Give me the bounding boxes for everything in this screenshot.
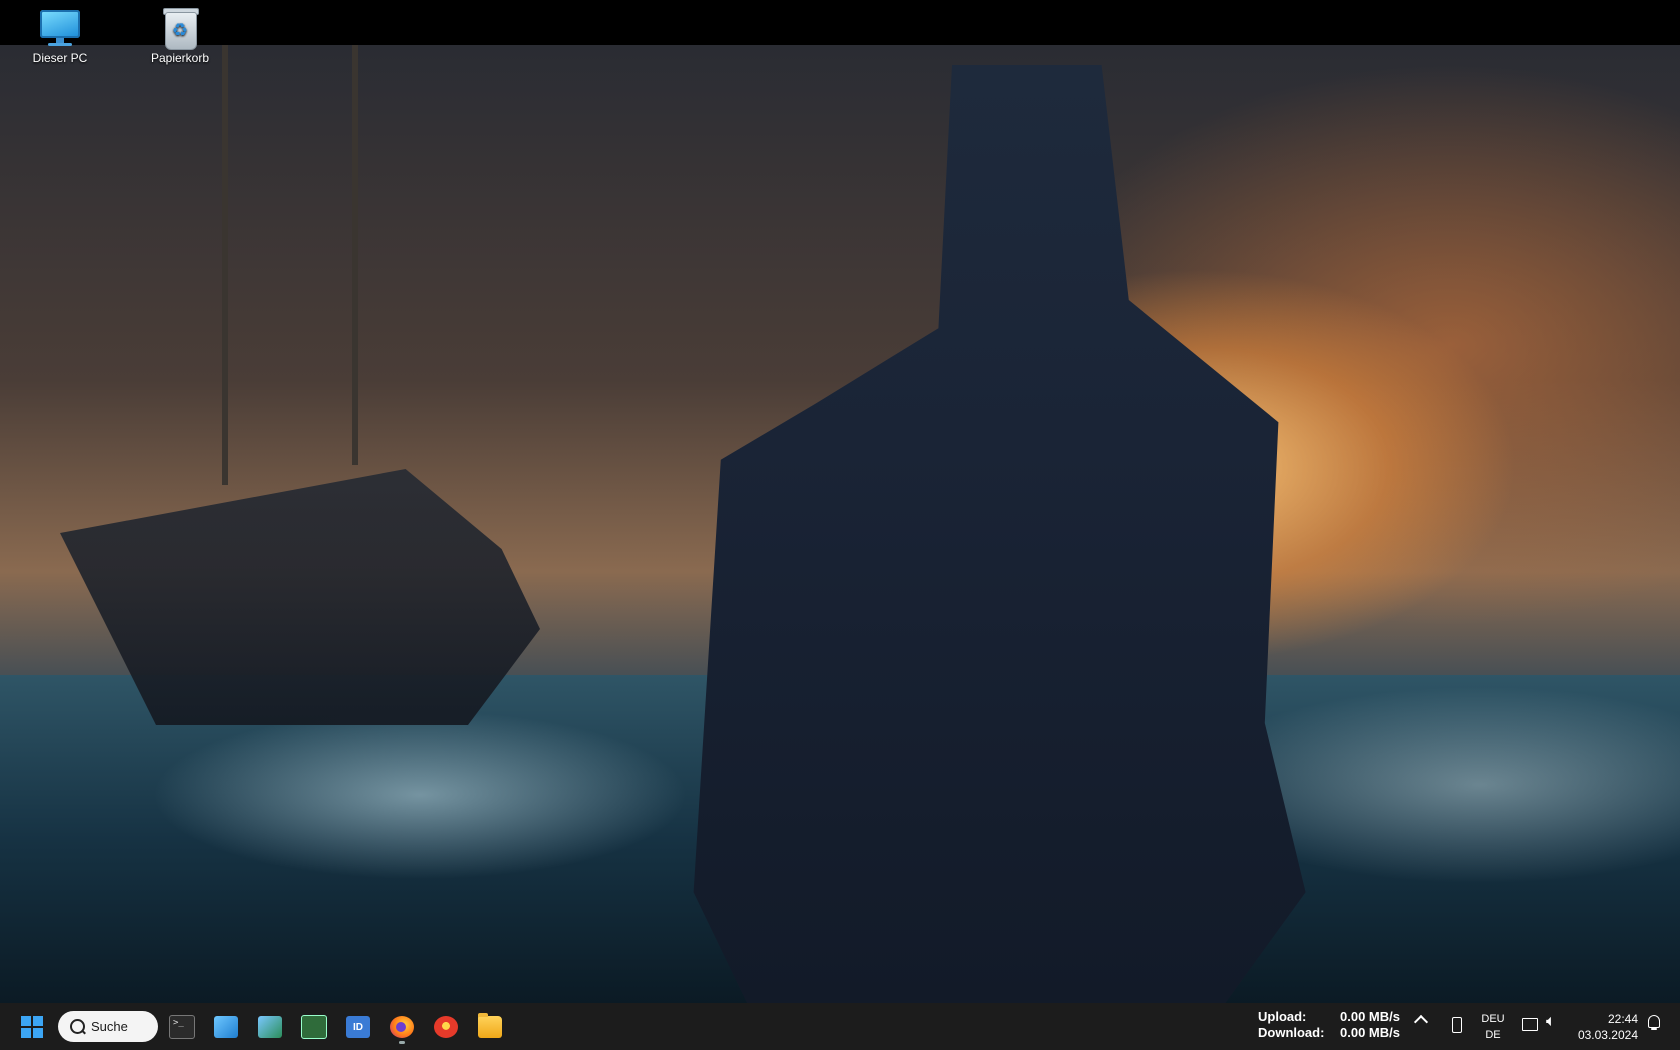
wallpaper-ship <box>60 469 540 725</box>
language-code: DEU <box>1481 1013 1505 1025</box>
id-app-icon: ID <box>346 1016 370 1038</box>
clock-date: 03.03.2024 <box>1577 1028 1638 1042</box>
taskbar-app-circuit-board[interactable] <box>296 1009 332 1045</box>
volume-icon[interactable]: 🔈︎ <box>1546 1013 1556 1031</box>
download-value: 0.00 MB/s <box>1340 1025 1400 1040</box>
wallpaper-mast <box>352 45 358 465</box>
wallpaper-mast <box>222 45 228 485</box>
upload-value: 0.00 MB/s <box>1340 1009 1400 1024</box>
download-label: Download: <box>1258 1025 1325 1040</box>
clock-time: 22:44 <box>1607 1012 1638 1026</box>
upload-label: Upload: <box>1258 1009 1307 1024</box>
clock[interactable]: 22:44 03.03.2024 <box>1576 1011 1638 1043</box>
red-circle-app-icon <box>434 1016 458 1038</box>
taskbar-app-terminal[interactable] <box>164 1009 200 1045</box>
taskbar-app-id[interactable]: ID <box>340 1009 376 1045</box>
top-bar <box>0 0 1680 45</box>
desktop-icon-this-pc[interactable]: Dieser PC <box>12 6 108 65</box>
running-indicator <box>399 1041 405 1044</box>
taskbar-app-firefox[interactable] <box>384 1009 420 1045</box>
firefox-icon <box>390 1016 414 1038</box>
usb-device-icon[interactable] <box>1452 1017 1462 1033</box>
wallpaper-figure <box>693 65 1306 1003</box>
show-hidden-icons-chevron-icon[interactable] <box>1413 1014 1429 1030</box>
desktop-icon-recycle-bin[interactable]: ♻ Papierkorb <box>132 6 228 65</box>
language-indicator[interactable]: DEU DE <box>1478 1011 1508 1043</box>
control-panel-icon <box>258 1016 282 1038</box>
network-speed-widget: Upload: 0.00 MB/s Download: 0.00 MB/s <box>1258 1009 1400 1041</box>
terminal-icon <box>169 1015 195 1039</box>
monitor-icon <box>38 6 82 48</box>
window-app-icon <box>214 1016 238 1038</box>
taskbar-app-control-panel[interactable] <box>252 1009 288 1045</box>
taskbar-search[interactable]: Suche <box>58 1011 158 1042</box>
windows-logo-icon <box>21 1016 43 1038</box>
taskbar: Suche ID Upload: 0.00 MB/s Download: 0.0… <box>0 1003 1680 1050</box>
search-icon <box>70 1019 85 1034</box>
search-label: Suche <box>91 1019 128 1034</box>
taskbar-app-red[interactable] <box>428 1009 464 1045</box>
keyboard-layout: DE <box>1485 1029 1501 1041</box>
start-button[interactable] <box>14 1009 50 1045</box>
desktop-icon-label: Papierkorb <box>150 51 210 65</box>
taskbar-app-file-explorer[interactable] <box>472 1009 508 1045</box>
taskbar-app-window[interactable] <box>208 1009 244 1045</box>
network-icon[interactable] <box>1522 1018 1538 1031</box>
recycle-bin-icon: ♻ <box>158 6 202 50</box>
folder-icon <box>478 1013 502 1038</box>
desktop-wallpaper <box>0 45 1680 1003</box>
circuit-board-icon <box>301 1015 327 1039</box>
desktop-icon-label: Dieser PC <box>32 51 88 65</box>
notification-bell-icon[interactable] <box>1648 1015 1660 1030</box>
